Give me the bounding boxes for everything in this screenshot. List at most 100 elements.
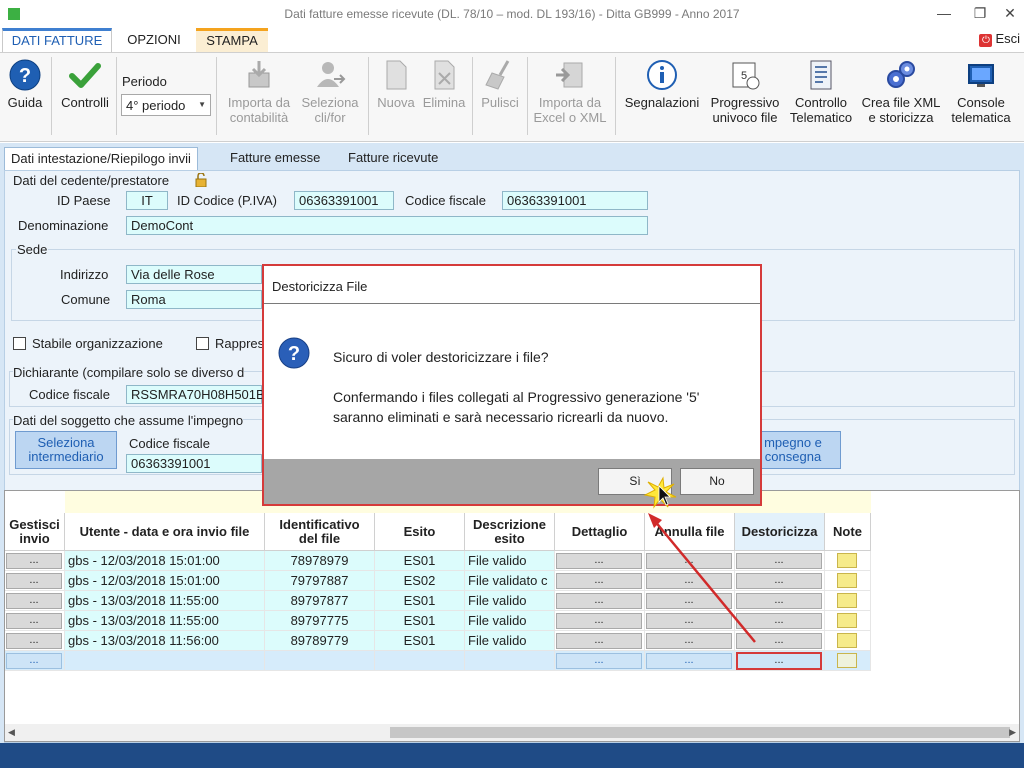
progressivo-button[interactable]: 5 Progressivo univoco file xyxy=(704,59,786,125)
denominazione-field[interactable]: DemoCont xyxy=(126,216,648,235)
guida-button[interactable]: ? Guida xyxy=(4,59,46,110)
annulla-button[interactable]: ... xyxy=(646,573,732,589)
annulla-button[interactable]: ... xyxy=(646,593,732,609)
gears-icon xyxy=(885,59,917,91)
table-row: ... gbs - 13/03/2018 11:55:00 89797877 E… xyxy=(5,591,871,611)
importa-excel-button[interactable]: Importa da Excel o XML xyxy=(530,59,610,125)
note-icon[interactable] xyxy=(837,633,857,648)
nuova-button[interactable]: Nuova xyxy=(373,59,419,110)
dialog-body: ? Sicuro di voler destoricizzare i file?… xyxy=(264,305,760,459)
comune-field[interactable]: Roma xyxy=(126,290,262,309)
gestisci-button[interactable]: ... xyxy=(6,633,62,649)
gestisci-button[interactable]: ... xyxy=(6,573,62,589)
tab-fatture-emesse[interactable]: Fatture emesse xyxy=(224,147,326,171)
nuova-label: Nuova xyxy=(377,95,415,110)
destoricizza-button[interactable]: ... xyxy=(736,633,822,649)
pulisci-button[interactable]: Pulisci xyxy=(477,59,523,110)
dettaglio-button[interactable]: ... xyxy=(556,553,642,569)
info-icon xyxy=(646,59,678,91)
gestisci-button[interactable]: ... xyxy=(6,653,62,669)
crea-file-label-1: Crea file XML xyxy=(861,95,941,110)
note-cell xyxy=(825,551,871,571)
user-icon xyxy=(314,59,346,91)
gestisci-button[interactable]: ... xyxy=(6,613,62,629)
dichiarante-cf-field[interactable]: RSSMRA70H08H501B xyxy=(126,385,265,404)
scroll-right-icon[interactable]: ▶ xyxy=(1009,727,1016,738)
destoricizza-button[interactable]: ... xyxy=(736,613,822,629)
destoricizza-button-highlighted[interactable]: ... xyxy=(736,652,822,670)
crea-file-button[interactable]: Crea file XML e storicizza xyxy=(856,59,946,125)
dettaglio-button[interactable]: ... xyxy=(556,633,642,649)
tab-opzioni[interactable]: OPZIONI xyxy=(116,28,192,52)
elimina-button[interactable]: Elimina xyxy=(420,59,468,110)
note-icon[interactable] xyxy=(837,653,857,668)
tab-stampa[interactable]: STAMPA xyxy=(196,28,268,52)
controlli-button[interactable]: Controlli xyxy=(56,59,114,110)
utente-cell: gbs - 12/03/2018 15:01:00 xyxy=(65,551,265,571)
tab-fatture-ricevute[interactable]: Fatture ricevute xyxy=(342,147,444,171)
annulla-cell: ... xyxy=(645,551,735,571)
indirizzo-field[interactable]: Via delle Rose xyxy=(126,265,262,284)
descrizione-cell xyxy=(465,651,555,671)
esci-button[interactable]: ⏻ Esci xyxy=(979,31,1020,47)
dettaglio-button[interactable]: ... xyxy=(556,593,642,609)
scrollbar-thumb[interactable] xyxy=(390,727,1010,738)
col-identificativo: Identificativo del file xyxy=(265,513,375,551)
id-codice-field[interactable]: 06363391001 xyxy=(294,191,394,210)
gestisci-button[interactable]: ... xyxy=(6,553,62,569)
soggetto-cf-field[interactable]: 06363391001 xyxy=(126,454,262,473)
annulla-button[interactable]: ... xyxy=(646,653,732,669)
table-row: ... gbs - 12/03/2018 15:01:00 78978979 E… xyxy=(5,551,871,571)
codice-fiscale-field[interactable]: 06363391001 xyxy=(502,191,648,210)
col-gestisci-label-1: Gestisci xyxy=(9,516,60,532)
destoricizza-button[interactable]: ... xyxy=(736,573,822,589)
identificativo-cell: 78978979 xyxy=(265,551,375,571)
dettaglio-button[interactable]: ... xyxy=(556,613,642,629)
col-descrizione-label-2: esito xyxy=(494,530,525,546)
annulla-button[interactable]: ... xyxy=(646,613,732,629)
no-button[interactable]: No xyxy=(680,468,754,495)
importa-contabilita-button[interactable]: Importa da contabilità xyxy=(221,59,297,125)
controllo-telematico-button[interactable]: Controllo Telematico xyxy=(786,59,856,125)
controllo-label-2: Telematico xyxy=(789,110,853,125)
rappresentante-checkbox[interactable] xyxy=(196,337,209,350)
utente-cell: gbs - 13/03/2018 11:55:00 xyxy=(65,611,265,631)
gestisci-button[interactable]: ... xyxy=(6,593,62,609)
dettaglio-button[interactable]: ... xyxy=(556,653,642,669)
destoricizza-button[interactable]: ... xyxy=(736,553,822,569)
dettaglio-cell: ... xyxy=(555,591,645,611)
lock-open-icon[interactable] xyxy=(195,172,207,188)
note-icon[interactable] xyxy=(837,553,857,568)
minimize-icon[interactable]: — xyxy=(930,2,958,24)
tab-dati-fatture[interactable]: DATI FATTURE xyxy=(2,28,112,52)
gestisci-cell: ... xyxy=(5,551,65,571)
dettaglio-button[interactable]: ... xyxy=(556,573,642,589)
seleziona-clifor-button[interactable]: Seleziona cli/for xyxy=(297,59,363,125)
col-utente: Utente - data e ora invio file xyxy=(65,513,265,551)
console-telematica-button[interactable]: Console telematica xyxy=(946,59,1016,125)
annulla-button[interactable]: ... xyxy=(646,633,732,649)
tab-dati-intestazione[interactable]: Dati intestazione/Riepilogo invii xyxy=(4,147,198,171)
annulla-button[interactable]: ... xyxy=(646,553,732,569)
note-icon[interactable] xyxy=(837,573,857,588)
excel-import-icon xyxy=(554,59,586,91)
seleziona-intermediario-button[interactable]: Seleziona intermediario xyxy=(15,431,117,469)
horizontal-scrollbar[interactable]: ◀ ▶ xyxy=(5,724,1019,741)
id-codice-label: ID Codice (P.IVA) xyxy=(177,193,277,208)
title-bar: Dati fatture emesse ricevute (DL. 78/10 … xyxy=(0,0,1024,28)
dettaglio-cell: ... xyxy=(555,631,645,651)
note-icon[interactable] xyxy=(837,613,857,628)
id-paese-field[interactable]: IT xyxy=(126,191,168,210)
restore-icon[interactable]: ❐ xyxy=(966,2,994,24)
soggetto-title: Dati del soggetto che assume l'impegno xyxy=(13,413,244,428)
destoricizza-button[interactable]: ... xyxy=(736,593,822,609)
stabile-checkbox[interactable] xyxy=(13,337,26,350)
yes-button[interactable]: Sì xyxy=(598,468,672,495)
note-icon[interactable] xyxy=(837,593,857,608)
segnalazioni-button[interactable]: Segnalazioni xyxy=(620,59,704,110)
scroll-left-icon[interactable]: ◀ xyxy=(8,727,15,738)
controlli-label: Controlli xyxy=(61,95,109,110)
periodo-select[interactable]: 4° periodo ▼ xyxy=(121,94,211,116)
progressivo-label-2: univoco file xyxy=(712,110,778,125)
close-icon[interactable]: ✕ xyxy=(996,2,1024,24)
